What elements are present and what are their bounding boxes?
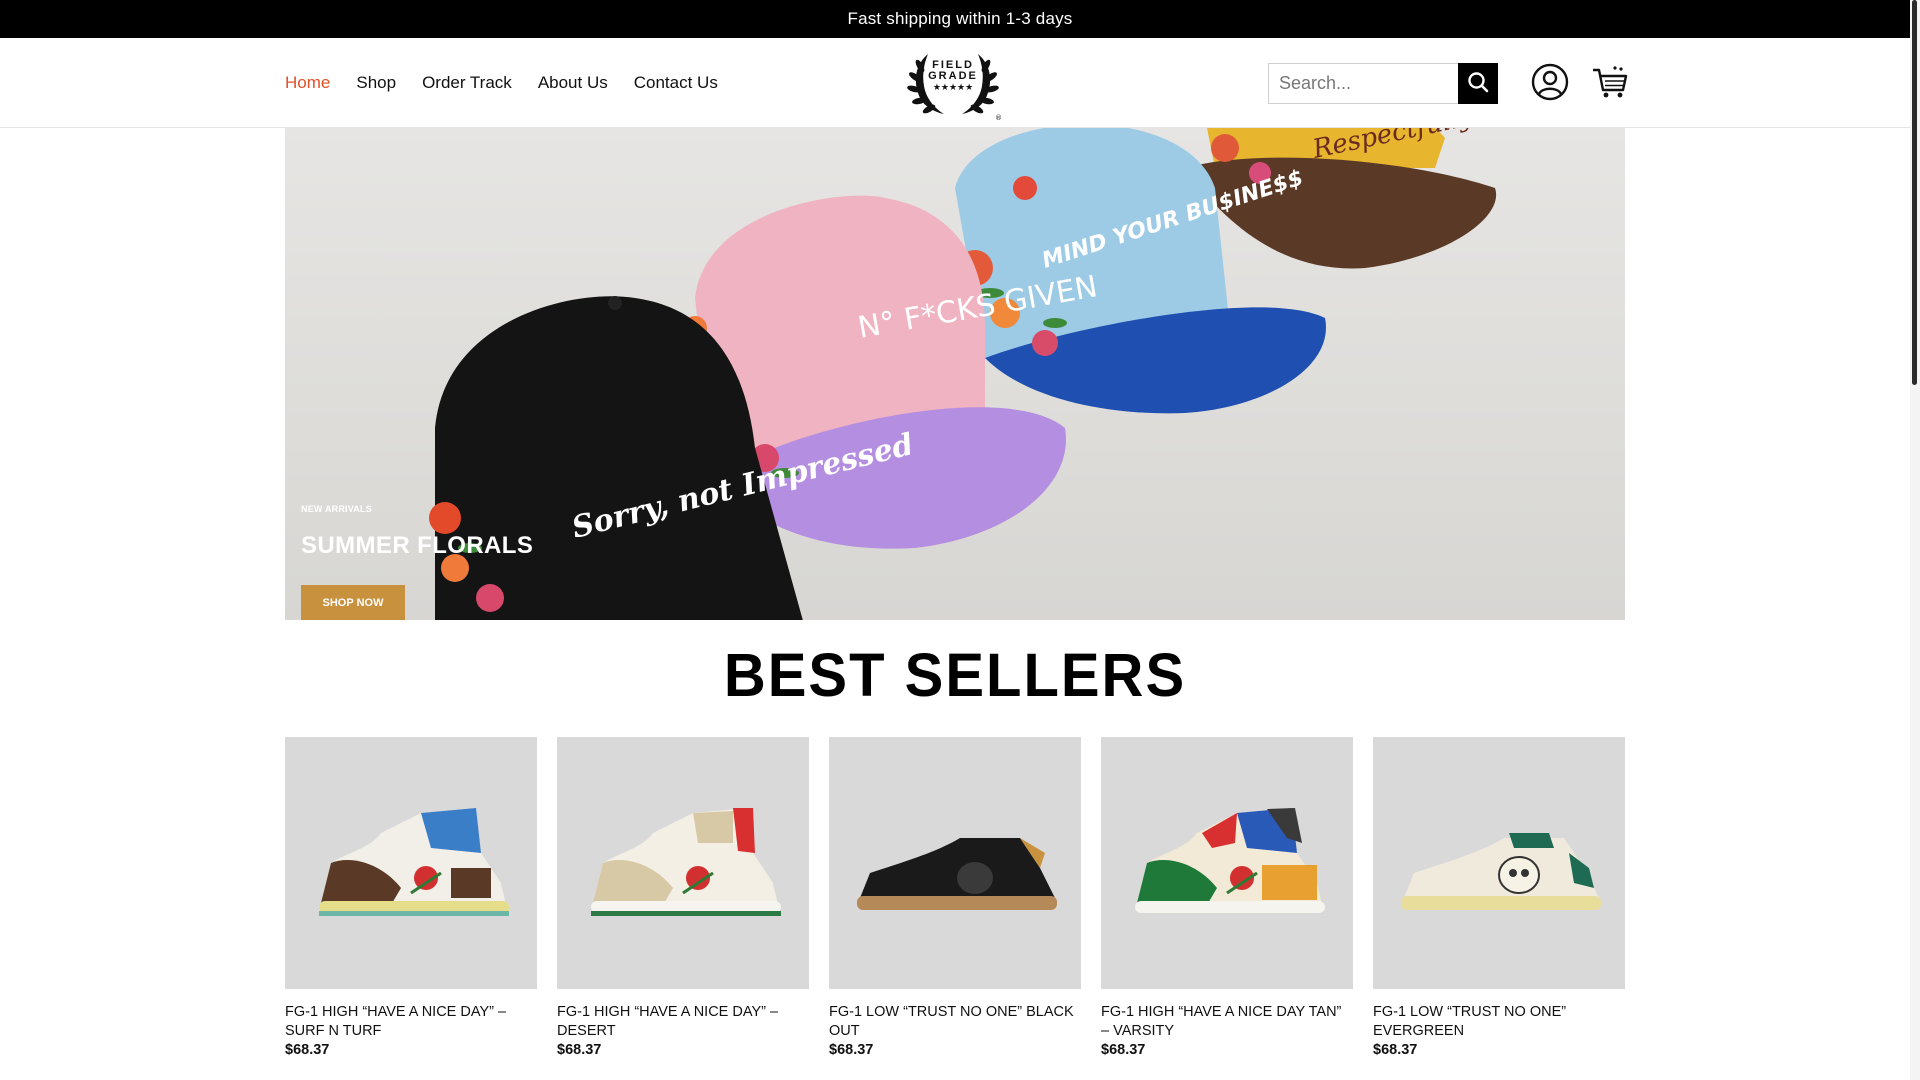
hero-banner[interactable]: Respectfully MIND YOUR BU$INE$$ N° F*CKS… [285,128,1625,620]
cart-button[interactable] [1588,62,1632,106]
search-input[interactable] [1268,63,1458,104]
product-card[interactable]: FG-1 HIGH “HAVE A NICE DAY TAN” – VARSIT… [1101,737,1353,1058]
product-price: $68.37 [557,1042,602,1058]
product-name[interactable]: FG-1 HIGH “HAVE A NICE DAY” – DESERT [557,1003,809,1041]
search-icon [1467,71,1489,96]
announcement-bar: Fast shipping within 1-3 days [0,0,1920,38]
product-image[interactable] [1101,737,1353,989]
best-sellers-title: BEST SELLERS [723,641,1187,710]
product-card[interactable]: FG-1 HIGH “HAVE A NICE DAY” – SURF N TUR… [285,737,537,1058]
announcement-text: Fast shipping within 1-3 days [847,9,1073,28]
product-name[interactable]: FG-1 HIGH “HAVE A NICE DAY TAN” – VARSIT… [1101,1003,1353,1041]
sneaker-image [857,838,1057,910]
hero-kicker: NEW ARRIVALS [301,504,372,514]
product-name[interactable]: FG-1 HIGH “HAVE A NICE DAY” – SURF N TUR… [285,1003,537,1041]
product-card[interactable]: FG-1 LOW “TRUST NO ONE” EVERGREEN $68.37 [1373,737,1625,1058]
sneaker-image [1135,808,1325,913]
product-price: $68.37 [829,1042,874,1058]
nav-order-track[interactable]: Order Track [422,73,512,93]
scrollbar-thumb[interactable] [1912,0,1917,385]
svg-text:®: ® [995,114,1002,122]
nav-about-us[interactable]: About Us [538,73,608,93]
hero-title: SUMMER FLORALS [301,532,534,559]
nav-shop[interactable]: Shop [356,73,396,93]
account-button[interactable] [1528,62,1572,106]
sneaker-image [1401,833,1601,910]
product-image[interactable] [557,737,809,989]
product-image[interactable] [829,737,1081,989]
shop-now-button[interactable]: SHOP NOW [301,585,405,620]
product-price: $68.37 [285,1042,330,1058]
svg-text:★★★★★: ★★★★★ [933,83,973,93]
product-image[interactable] [285,737,537,989]
sneaker-image [591,808,781,916]
search-form [1268,63,1498,104]
product-price: $68.37 [1373,1042,1418,1058]
site-header: Home Shop Order Track About Us Contact U… [0,38,1910,128]
nav-contact-us[interactable]: Contact Us [634,73,718,93]
product-card[interactable]: FG-1 LOW “TRUST NO ONE” BLACK OUT $68.37 [829,737,1081,1058]
product-image[interactable] [1373,737,1625,989]
logo-line-2: GRADE [928,70,978,82]
cart-icon [1591,64,1629,105]
product-card[interactable]: FG-1 HIGH “HAVE A NICE DAY” – DESERT $68… [557,737,809,1058]
sneaker-image [319,808,509,916]
brand-logo[interactable]: ★★★★★ ® FIELD GRADE [898,46,1008,122]
nav-home[interactable]: Home [285,73,330,93]
product-name[interactable]: FG-1 LOW “TRUST NO ONE” BLACK OUT [829,1003,1081,1041]
product-price: $68.37 [1101,1042,1146,1058]
search-button[interactable] [1458,63,1498,104]
user-icon [1531,63,1569,106]
best-sellers-grid: FG-1 HIGH “HAVE A NICE DAY” – SURF N TUR… [285,737,1625,1058]
main-nav: Home Shop Order Track About Us Contact U… [285,38,718,128]
page-scrollbar[interactable] [1910,0,1920,1080]
product-name[interactable]: FG-1 LOW “TRUST NO ONE” EVERGREEN [1373,1003,1625,1041]
